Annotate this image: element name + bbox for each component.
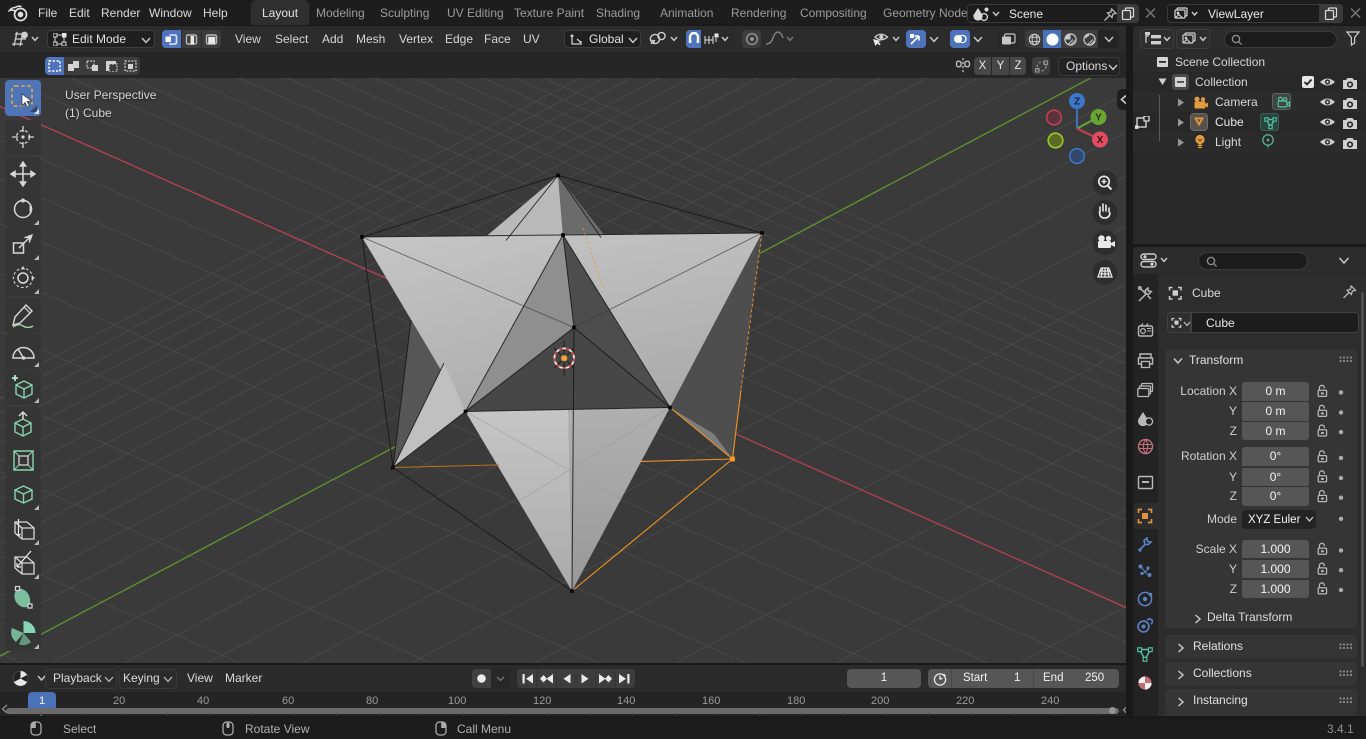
- svg-text:Z: Z: [1074, 97, 1080, 108]
- svg-text:X: X: [1097, 135, 1104, 146]
- svg-text:Y: Y: [1095, 113, 1102, 124]
